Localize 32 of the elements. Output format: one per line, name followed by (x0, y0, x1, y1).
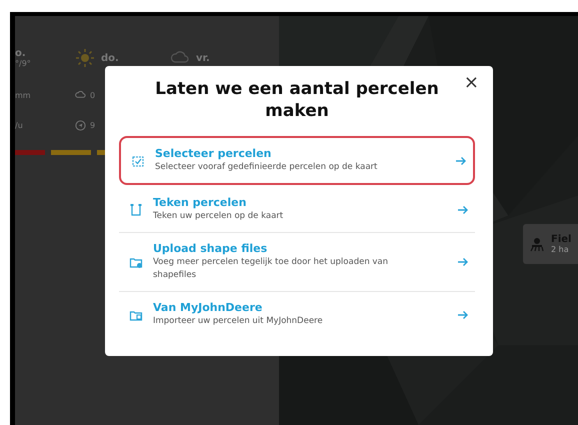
rain-text: 0 (90, 90, 96, 100)
dialog-title: Laten we een aantal percelen maken (154, 78, 440, 122)
draw-shape-icon (129, 202, 143, 216)
day-label: o. (15, 48, 27, 59)
select-area-icon (131, 154, 145, 168)
sun-icon (75, 48, 95, 68)
arrow-right-icon (457, 204, 469, 216)
option-item[interactable]: Selecteer percelen Selecteer vooraf gedefinieerde percelen op de kaart (119, 136, 475, 185)
option-title: Van MyJohnDeere (153, 301, 264, 314)
wind-text: /u (15, 120, 23, 130)
wind-text: 9 (90, 120, 96, 130)
temperature-text: °/9° (15, 59, 31, 68)
option-description: Voeg meer percelen tegelijk toe door het uploaden van shapefiles (153, 256, 390, 282)
option-title: Selecteer percelen (155, 147, 272, 160)
option-description: Teken uw percelen op de kaart (153, 210, 284, 223)
option-description: Importeer uw percelen uit MyJohnDeere (153, 315, 324, 328)
field-area: 2 ha (551, 245, 572, 254)
rain-cloud-icon (75, 90, 86, 100)
wind-direction-icon (75, 120, 86, 130)
arrow-right-icon (457, 256, 469, 268)
option-description: Selecteer vooraf gedefinieerde percelen op de kaart (155, 161, 378, 174)
option-title: Upload shape files (153, 242, 268, 255)
close-button[interactable]: × (460, 72, 483, 94)
option-item[interactable]: Van MyJohnDeere Importeer uw percelen uit MyJohnDeere (119, 292, 475, 337)
arrow-right-icon (455, 154, 467, 166)
option-item[interactable]: Upload shape files Voeg meer percelen tegelijk toe door het uploaden van shapefiles (119, 233, 475, 292)
option-item[interactable]: Teken percelen Teken uw percelen op de kaart (119, 187, 475, 233)
arrow-right-icon (457, 308, 469, 320)
day-label: do. (101, 52, 119, 64)
day-label: vr. (196, 52, 210, 64)
option-title: Teken percelen (153, 196, 248, 209)
rain-text: mm (15, 90, 31, 100)
